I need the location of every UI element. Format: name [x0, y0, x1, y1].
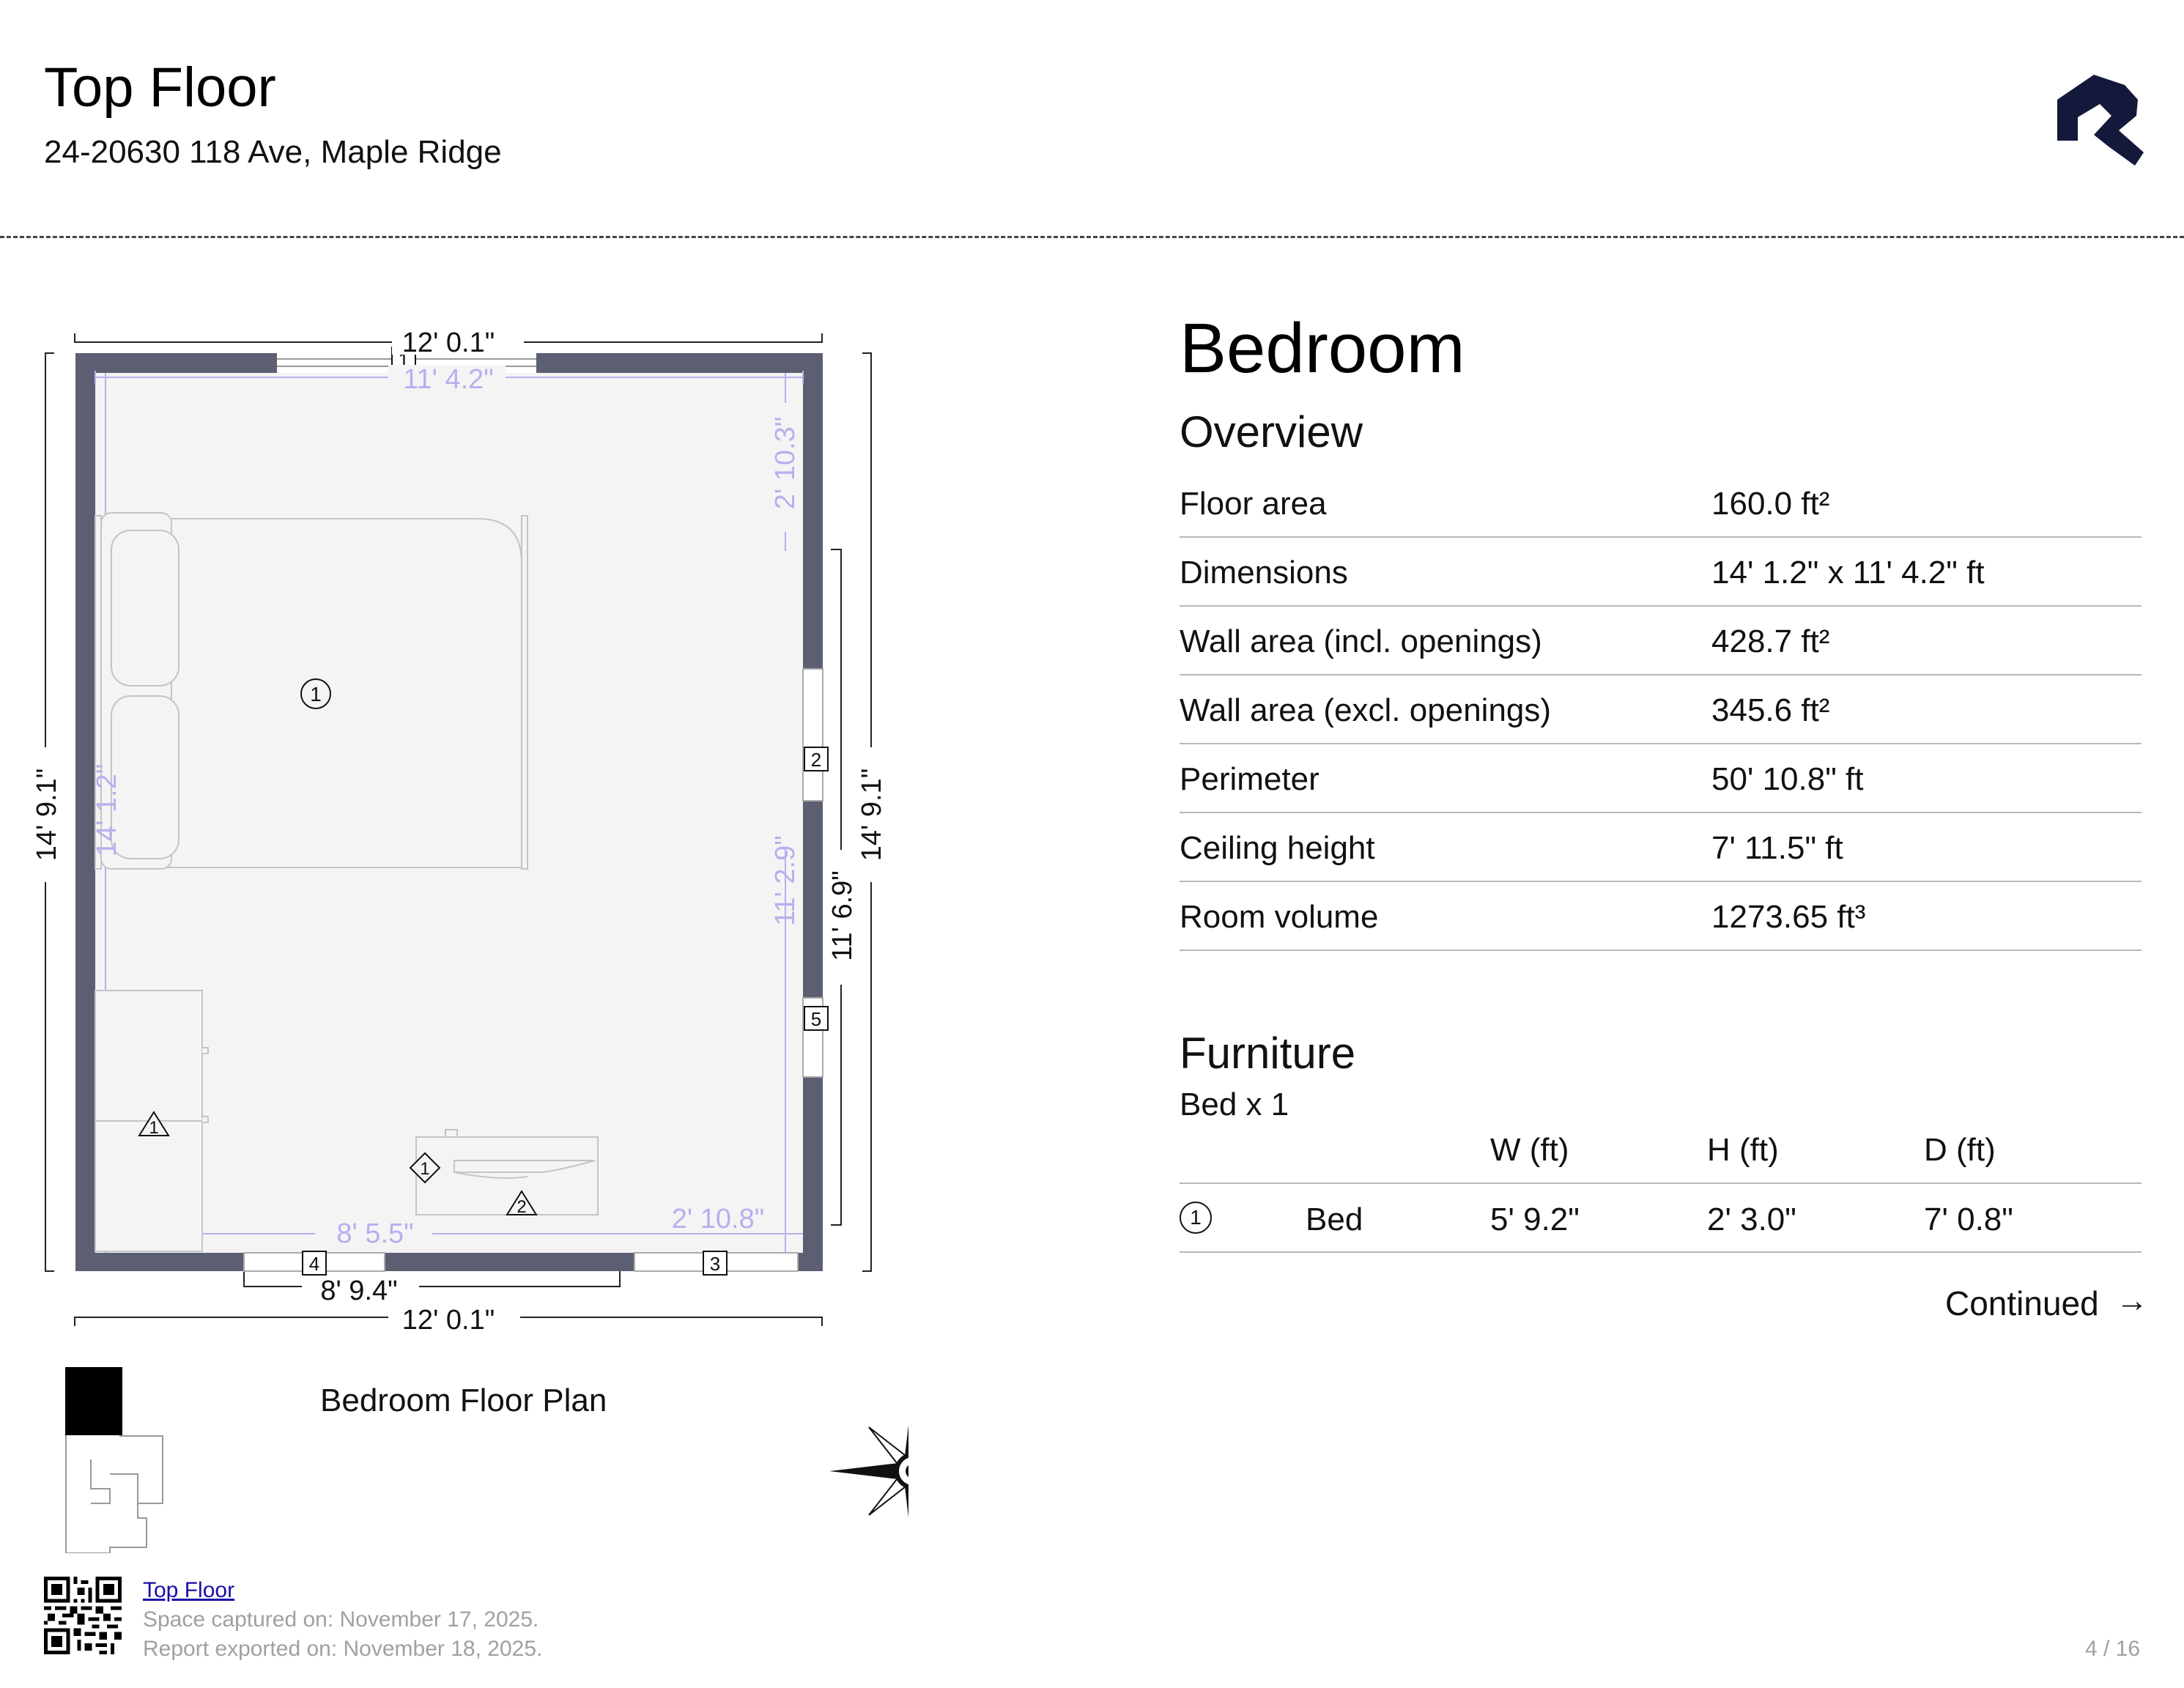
dim-right-upper: 2' 10.3" — [770, 403, 801, 532]
overview-table: Floor area 160.0 ft² Dimensions 14' 1.2"… — [1180, 469, 2142, 951]
dim-top-outer: 12' 0.1" — [392, 327, 524, 358]
exported-date: Report exported on: November 18, 2025. — [143, 1637, 543, 1661]
svg-text:14' 9.1": 14' 9.1" — [32, 769, 62, 861]
overview-value: 14' 1.2" x 11' 4.2" ft — [1711, 555, 1985, 591]
svg-text:14' 9.1": 14' 9.1" — [856, 769, 887, 861]
floor-plan: 1 1 2 1 1 2 3 4 5 12' 0.1" 12' 0.1" 14' … — [32, 327, 908, 1553]
column-height-header: H (ft) — [1707, 1132, 1779, 1168]
svg-text:1: 1 — [149, 1118, 158, 1138]
opening-label-4: 4 — [302, 1251, 327, 1276]
opening-label-5: 5 — [804, 1006, 829, 1031]
furniture-height: 2' 3.0" — [1707, 1202, 1796, 1237]
furniture-table-row: 1 Bed 5' 9.2" 2' 3.0" 7' 0.8" — [1180, 1184, 2142, 1253]
overview-label: Floor area — [1180, 486, 1327, 522]
svg-text:11' 6.9": 11' 6.9" — [827, 870, 858, 961]
overview-row: Wall area (excl. openings) 345.6 ft² — [1180, 675, 2142, 744]
furniture-table-header: W (ft) H (ft) D (ft) — [1180, 1133, 2142, 1184]
top-floor-link[interactable]: Top Floor — [143, 1580, 234, 1602]
overview-value: 428.7 ft² — [1711, 623, 1830, 659]
svg-text:1: 1 — [310, 683, 322, 706]
svg-text:8' 5.5": 8' 5.5" — [336, 1218, 413, 1249]
overview-label: Ceiling height — [1180, 830, 1375, 866]
svg-text:2' 10.3": 2' 10.3" — [770, 417, 801, 509]
dim-bottom-segment: 8' 9.4" — [302, 1276, 419, 1306]
compass-icon — [829, 1425, 908, 1517]
overview-row: Room volume 1273.65 ft³ — [1180, 882, 2142, 951]
dim-bottom-left-inner: 8' 5.5" — [315, 1218, 432, 1249]
opening-label-2: 2 — [804, 747, 829, 771]
svg-text:11' 2.9": 11' 2.9" — [770, 835, 801, 926]
overview-value: 50' 10.8" ft — [1711, 761, 1864, 797]
furniture-width: 5' 9.2" — [1490, 1202, 1580, 1237]
floor-locator-map — [65, 1367, 163, 1553]
overview-label: Perimeter — [1180, 761, 1319, 797]
overview-row: Ceiling height 7' 11.5" ft — [1180, 813, 2142, 882]
logo-shape — [2057, 75, 2144, 166]
dim-left-outer: 14' 9.1" — [32, 747, 62, 882]
overview-row: Dimensions 14' 1.2" x 11' 4.2" ft — [1180, 538, 2142, 607]
page-title: Top Floor — [44, 56, 276, 119]
svg-text:3: 3 — [710, 1253, 720, 1275]
furniture-heading: Furniture — [1180, 1029, 1356, 1078]
column-width-header: W (ft) — [1490, 1132, 1569, 1168]
room-title: Bedroom — [1180, 309, 1465, 388]
svg-text:14' 1.2": 14' 1.2" — [92, 764, 122, 856]
svg-text:4: 4 — [309, 1253, 319, 1275]
furniture-marker: 1 — [1180, 1202, 1212, 1234]
dim-bottom-right-inner: 2' 10.8" — [658, 1204, 778, 1234]
overview-heading: Overview — [1180, 407, 1363, 456]
svg-text:12' 0.1": 12' 0.1" — [402, 1305, 495, 1336]
overview-value: 160.0 ft² — [1711, 486, 1830, 522]
opening-label-3: 3 — [703, 1251, 728, 1276]
svg-text:1: 1 — [420, 1159, 429, 1179]
furniture-name: Bed — [1306, 1202, 1363, 1237]
arrow-right-icon: → — [2116, 1283, 2148, 1319]
overview-row: Perimeter 50' 10.8" ft — [1180, 744, 2142, 813]
continued-label: Continued — [1945, 1284, 2099, 1322]
dim-right-wall-segment: 11' 6.9" — [827, 850, 858, 985]
furniture-depth: 7' 0.8" — [1924, 1202, 2013, 1237]
desk — [415, 1129, 599, 1215]
overview-label: Wall area (excl. openings) — [1180, 692, 1552, 728]
overview-label: Wall area (incl. openings) — [1180, 623, 1542, 659]
floor-plan-caption: Bedroom Floor Plan — [320, 1382, 607, 1418]
svg-text:2' 10.8": 2' 10.8" — [672, 1204, 764, 1234]
furniture-group-label: Bed x 1 — [1180, 1087, 1289, 1122]
qr-code-icon — [44, 1577, 122, 1654]
svg-text:11' 4.2": 11' 4.2" — [403, 364, 494, 395]
dim-bottom-outer: 12' 0.1" — [388, 1305, 520, 1336]
dim-right-lower: 11' 2.9" — [770, 835, 801, 926]
overview-value: 345.6 ft² — [1711, 692, 1830, 728]
overview-value: 7' 11.5" ft — [1711, 830, 1843, 866]
overview-label: Room volume — [1180, 899, 1379, 935]
opening-2-door — [802, 668, 823, 802]
furniture-marker-1: 1 — [300, 678, 331, 709]
page-number: 4 / 16 — [2085, 1637, 2141, 1661]
dim-inner-height: 14' 1.2" — [92, 764, 122, 856]
address-subtitle: 24-20630 118 Ave, Maple Ridge — [44, 134, 502, 170]
svg-text:5: 5 — [811, 1008, 821, 1030]
header-divider — [0, 236, 2184, 238]
overview-row: Floor area 160.0 ft² — [1180, 469, 2142, 538]
overview-value: 1273.65 ft³ — [1711, 899, 1866, 935]
dim-right-outer: 14' 9.1" — [856, 747, 887, 882]
brand-logo-icon — [2057, 75, 2144, 166]
svg-text:12' 0.1": 12' 0.1" — [402, 327, 495, 358]
svg-text:2: 2 — [517, 1197, 526, 1217]
overview-label: Dimensions — [1180, 555, 1348, 591]
svg-text:2: 2 — [811, 749, 821, 771]
captured-date: Space captured on: November 17, 2025. — [143, 1607, 539, 1632]
svg-text:8' 9.4": 8' 9.4" — [320, 1276, 397, 1306]
overview-row: Wall area (incl. openings) 428.7 ft² — [1180, 607, 2142, 675]
column-depth-header: D (ft) — [1924, 1132, 1996, 1168]
dim-inner-width: 11' 4.2" — [388, 364, 506, 395]
